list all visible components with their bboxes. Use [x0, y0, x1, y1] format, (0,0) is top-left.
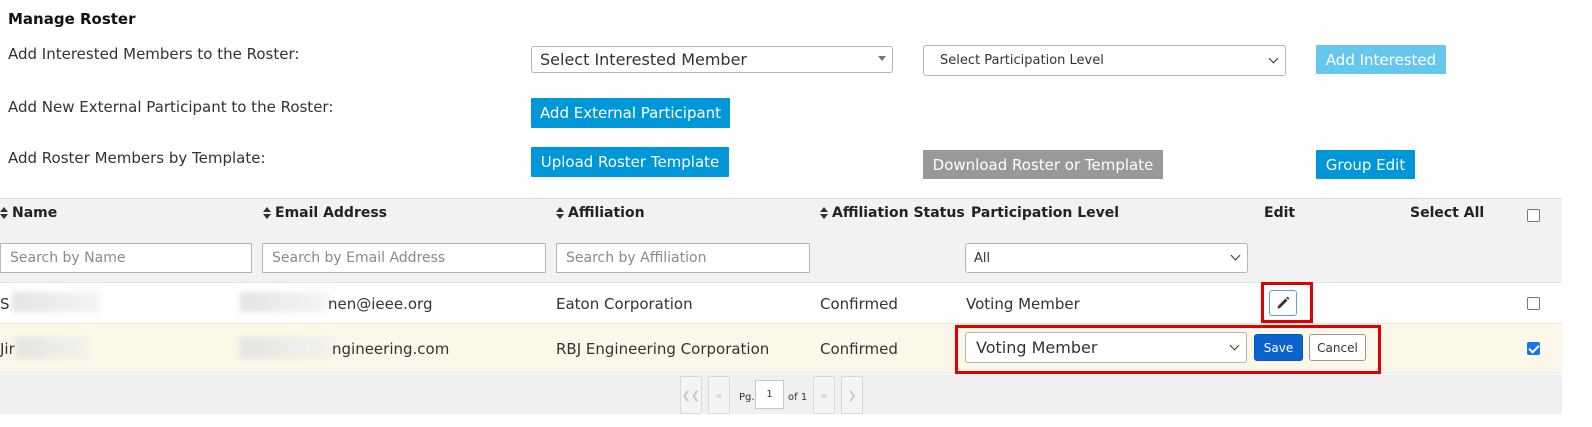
column-header-select-all: Select All — [1410, 205, 1485, 221]
column-header-email-label: Email Address — [275, 205, 388, 221]
column-header-email[interactable]: Email Address — [263, 205, 387, 221]
column-header-name[interactable]: Name — [0, 205, 57, 221]
interested-member-select[interactable]: Select Interested Member — [531, 46, 893, 73]
redacted-name-blur — [12, 292, 100, 312]
sort-icon — [820, 206, 828, 220]
previous-page-icon: « — [715, 388, 723, 402]
column-header-edit: Edit — [1264, 205, 1296, 221]
save-button[interactable]: Save — [1254, 334, 1303, 361]
sort-icon — [263, 206, 271, 220]
group-edit-button[interactable]: Group Edit — [1316, 150, 1415, 179]
page-label: Pg. — [739, 392, 755, 403]
next-page-button[interactable]: » — [813, 376, 835, 414]
search-by-affiliation-input[interactable] — [556, 243, 810, 273]
search-by-email-input[interactable] — [262, 243, 546, 273]
column-header-affiliation[interactable]: Affiliation — [556, 205, 645, 221]
dropdown-caret-icon — [878, 56, 886, 61]
add-external-participant-button[interactable]: Add External Participant — [531, 98, 730, 128]
add-interested-label: Add Interested Members to the Roster: — [8, 45, 300, 63]
sort-icon — [0, 206, 8, 220]
redacted-email-blur — [240, 337, 332, 359]
participation-level-filter-select[interactable]: All — [965, 243, 1248, 273]
page-of-label: of 1 — [788, 392, 808, 403]
select-all-checkbox[interactable] — [1527, 209, 1540, 222]
row-affiliation-status: Confirmed — [820, 295, 898, 313]
participation-level-select[interactable]: Select Participation Level — [923, 45, 1286, 76]
add-template-label: Add Roster Members by Template: — [8, 149, 266, 167]
chevron-down-icon — [1268, 53, 1279, 63]
next-page-icon: » — [820, 388, 828, 402]
row-participation-level-select-value: Voting Member — [976, 338, 1098, 357]
row-affiliation: Eaton Corporation — [556, 295, 693, 313]
row-email: nen@ieee.org — [328, 295, 433, 313]
download-roster-template-button[interactable]: Download Roster or Template — [923, 150, 1163, 179]
first-page-icon: ❮❮ — [681, 388, 701, 402]
cancel-button[interactable]: Cancel — [1309, 334, 1366, 361]
last-page-button[interactable]: ❯ — [841, 376, 863, 414]
table-header — [0, 198, 1562, 231]
participation-level-select-value: Select Participation Level — [940, 53, 1104, 68]
upload-roster-template-button[interactable]: Upload Roster Template — [531, 147, 729, 177]
column-header-participation-level: Participation Level — [971, 205, 1120, 221]
chevron-down-icon — [1229, 340, 1240, 350]
previous-page-button[interactable]: « — [708, 376, 730, 414]
search-by-name-input[interactable] — [0, 243, 252, 273]
row-affiliation: RBJ Engineering Corporation — [556, 340, 770, 358]
row-select-checkbox[interactable] — [1527, 342, 1540, 355]
row-participation-level-select[interactable]: Voting Member — [965, 332, 1247, 363]
row-name: Jir — [0, 340, 15, 358]
column-header-name-label: Name — [12, 205, 58, 221]
sort-icon — [556, 206, 564, 220]
first-page-button[interactable]: ❮❮ — [680, 376, 702, 414]
row-participation-level: Voting Member — [966, 295, 1080, 313]
edit-row-button[interactable] — [1269, 290, 1297, 316]
column-header-affiliation-status[interactable]: Affiliation Status — [820, 205, 965, 221]
interested-member-select-value: Select Interested Member — [540, 50, 747, 69]
chevron-down-icon — [1230, 250, 1241, 261]
row-select-checkbox[interactable] — [1527, 297, 1540, 310]
pencil-icon — [1277, 296, 1290, 309]
add-interested-button[interactable]: Add Interested — [1316, 45, 1446, 74]
column-header-affiliation-label: Affiliation — [568, 205, 645, 221]
column-header-affiliation-status-label: Affiliation Status — [832, 205, 965, 221]
add-external-label: Add New External Participant to the Rost… — [8, 98, 334, 116]
participation-level-filter-value: All — [974, 250, 991, 266]
page-number-input[interactable]: 1 — [755, 380, 784, 409]
page-title: Manage Roster — [8, 10, 136, 28]
last-page-icon: ❯ — [847, 388, 857, 402]
table-row — [0, 283, 1562, 324]
row-name: S — [0, 295, 10, 313]
redacted-email-blur — [240, 292, 328, 312]
row-affiliation-status: Confirmed — [820, 340, 898, 358]
row-email: ngineering.com — [332, 340, 450, 358]
redacted-name-blur — [16, 337, 90, 359]
